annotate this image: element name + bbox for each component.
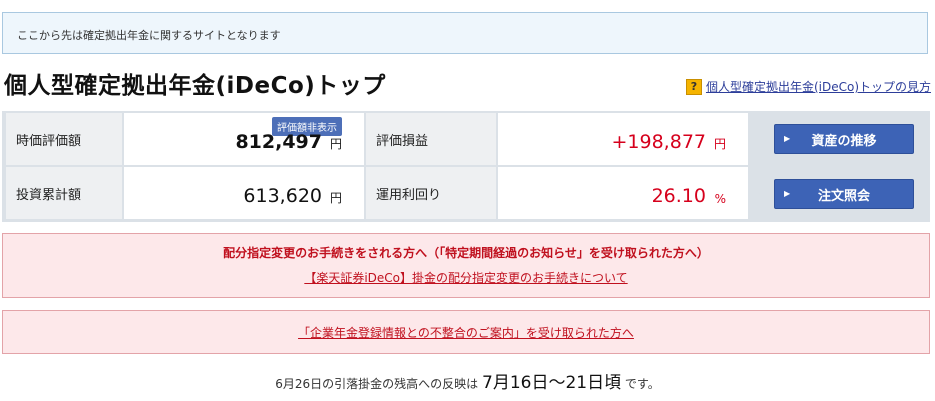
yield-unit: % [714, 192, 726, 206]
cumulative-amount: 613,620 [243, 185, 322, 207]
gain-loss-amount: +198,877 [611, 131, 707, 153]
allocation-alert-title: 配分指定変更のお手続きをされる方へ（「特定期間経過のお知らせ」を受け取られた方へ… [223, 246, 709, 260]
gain-loss-label-text: 評価損益 [376, 133, 429, 149]
footnote-suffix: です。 [624, 377, 660, 391]
gain-loss-unit: 円 [713, 137, 726, 151]
order-inquiry-label: 注文照会 [817, 188, 870, 204]
question-icon: ? [685, 78, 702, 95]
reflection-footnote: 6月26日の引落掛金の残高への反映は 7月16日〜21日頃 です。 [0, 368, 935, 393]
gain-loss-cell: +198,877 円 [498, 113, 748, 165]
cumulative-label-text: 投資累計額 [16, 187, 82, 203]
page-title: 個人型確定拠出年金(iDeCo)トップ [4, 73, 386, 99]
footnote-dates: 7月16日〜21日頃 [482, 373, 622, 393]
site-notice-text: ここから先は確定拠出年金に関するサイトとなります [17, 29, 281, 42]
mismatch-alert: 「企業年金登録情報との不整合のご案内」を受け取られた方へ [2, 310, 930, 354]
help-link[interactable]: ? 個人型確定拠出年金(iDeCo)トップの見方 [685, 78, 931, 95]
asset-trend-label: 資産の推移 [811, 133, 877, 149]
yield-label: 運用利回り [366, 167, 496, 219]
site-notice-banner: ここから先は確定拠出年金に関するサイトとなります [2, 12, 928, 54]
arrow-right-icon: ▶ [784, 134, 791, 143]
cumulative-unit: 円 [329, 191, 342, 205]
market-value-amount: 812,497 [235, 131, 322, 153]
yield-amount: 26.10 [651, 185, 706, 207]
asset-summary-table: 時価評価額 評価額非表示 812,497 円 評価損益 +198,877 円 ▶… [2, 111, 930, 222]
cumulative-cell: 613,620 円 [124, 167, 364, 219]
footnote-prefix: 6月26日の引落掛金の残高への反映は [275, 377, 479, 391]
arrow-right-icon: ▶ [784, 189, 791, 198]
market-value-cell: 評価額非表示 812,497 円 [124, 113, 364, 165]
allocation-alert: 配分指定変更のお手続きをされる方へ（「特定期間経過のお知らせ」を受け取られた方へ… [2, 233, 930, 298]
market-value-label-text: 時価評価額 [16, 133, 82, 149]
cumulative-label: 投資累計額 [6, 167, 122, 219]
market-value-unit: 円 [329, 137, 342, 151]
help-link-text[interactable]: 個人型確定拠出年金(iDeCo)トップの見方 [706, 78, 931, 95]
market-value-label: 時価評価額 [6, 113, 122, 165]
asset-trend-button[interactable]: ▶ 資産の推移 [774, 124, 914, 154]
order-inquiry-button[interactable]: ▶ 注文照会 [774, 179, 914, 209]
gain-loss-label: 評価損益 [366, 113, 496, 165]
mismatch-notice-link[interactable]: 「企業年金登録情報との不整合のご案内」を受け取られた方へ [3, 324, 929, 341]
yield-cell: 26.10 % [498, 167, 748, 219]
allocation-change-link[interactable]: 【楽天証券iDeCo】掛金の配分指定変更のお手続きについて [3, 269, 929, 286]
yield-label-text: 運用利回り [376, 187, 442, 203]
